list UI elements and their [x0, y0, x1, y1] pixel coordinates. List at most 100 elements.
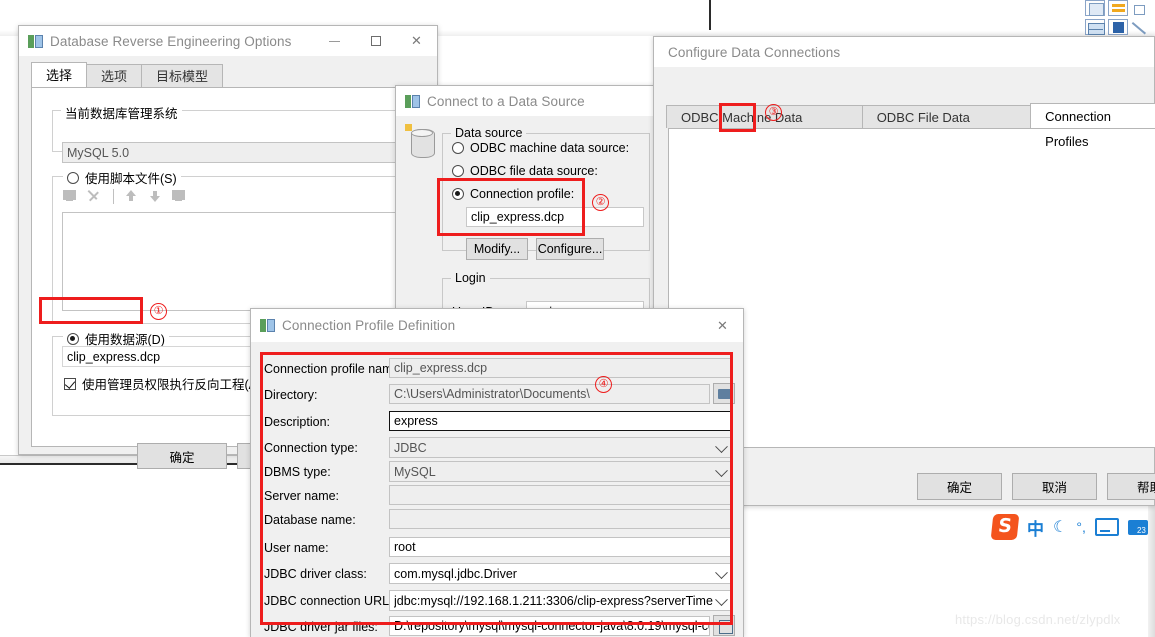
move-up-icon[interactable] — [122, 188, 141, 205]
tab-options[interactable]: 选项 — [86, 64, 143, 87]
chevron-down-icon[interactable] — [715, 463, 728, 477]
watermark: https://blog.csdn.net/zlypdlx — [955, 612, 1121, 627]
tab-select[interactable]: 选择 — [31, 62, 88, 87]
label-jdbc-connection-url: JDBC connection URL: — [264, 594, 393, 608]
radio-dot — [67, 171, 79, 184]
radio-connection-profile[interactable]: Connection profile: — [452, 187, 574, 201]
field-directory[interactable]: C:\Users\Administrator\Documents\ — [389, 384, 710, 404]
radio-odbc-file-label: ODBC file data source: — [470, 164, 598, 178]
radio-dot — [452, 188, 464, 200]
chevron-down-icon[interactable] — [715, 592, 728, 606]
radio-odbc-file[interactable]: ODBC file data source: — [452, 164, 598, 178]
help-button[interactable]: 帮助 — [1107, 473, 1155, 500]
radio-use-script-file[interactable]: 使用脚本文件(S) — [63, 168, 181, 187]
field-connection-type[interactable]: JDBC — [389, 437, 732, 458]
text-tool-icon[interactable] — [1108, 19, 1128, 35]
toolbox-icon[interactable]: 23 — [1127, 519, 1148, 535]
dialog-titlebar[interactable]: Connection Profile Definition ✕ — [251, 309, 743, 342]
tab-target-model[interactable]: 目标模型 — [141, 64, 224, 87]
window-controls[interactable]: ✕ — [702, 309, 743, 339]
label-jdbc-driver-class: JDBC driver class: — [264, 567, 367, 581]
group-data-source-label: Data source — [451, 126, 527, 140]
radio-odbc-machine-label: ODBC machine data source: — [470, 141, 630, 155]
shortcut-icon[interactable] — [1131, 0, 1151, 16]
tabstrip[interactable]: 选择 选项 目标模型 — [19, 62, 451, 87]
label-server-name: Server name: — [264, 489, 340, 503]
sogou-logo-icon[interactable]: S — [990, 514, 1020, 540]
document-icon[interactable] — [1085, 0, 1105, 16]
screen: Database Reverse Engineering Options ✕ 选… — [0, 0, 1155, 637]
line-tool-icon[interactable] — [1131, 19, 1151, 35]
toolbar-separator — [113, 189, 114, 204]
properties-icon[interactable] — [170, 188, 189, 205]
tab-odbc-machine-data-sources[interactable]: ODBC Machine Data Sources — [666, 105, 863, 148]
label-jdbc-driver-jar-files: JDBC driver jar files: — [264, 620, 378, 634]
dialog-title: Database Reverse Engineering Options — [50, 33, 292, 49]
moon-icon[interactable]: ☾ — [1053, 517, 1067, 537]
field-connection-profile-name[interactable]: clip_express.dcp — [389, 358, 732, 378]
dbms-field[interactable]: MySQL 5.0 — [62, 142, 400, 163]
browse-icon — [719, 620, 733, 634]
label-database-name: Database name: — [264, 513, 356, 527]
field-database-name[interactable] — [389, 509, 732, 529]
connection-profile-field[interactable]: clip_express.dcp — [466, 207, 644, 227]
field-jdbc-driver-class[interactable]: com.mysql.jdbc.Driver — [389, 563, 732, 584]
dialog-titlebar[interactable]: Configure Data Connections — [654, 37, 1154, 67]
chevron-down-icon[interactable] — [715, 439, 728, 453]
field-user-name[interactable]: root — [389, 537, 732, 557]
checkbox-admin-privileges-label: 使用管理员权限执行反向工程(A) — [82, 378, 262, 392]
annotation-number-1: ① — [150, 303, 167, 320]
dialog-connect-to-data-source[interactable]: Connect to a Data Source Data source ODB… — [395, 85, 657, 358]
label-connection-profile-name: Connection profile name: — [264, 362, 403, 376]
field-jdbc-driver-jar-files[interactable]: D:\repository\mysql\mysql-connector-java… — [389, 616, 710, 636]
checkbox-admin-privileges[interactable]: 使用管理员权限执行反向工程(A) — [64, 374, 261, 393]
dialog-titlebar[interactable]: Database Reverse Engineering Options ✕ — [19, 26, 437, 56]
dialog-titlebar[interactable]: Connect to a Data Source — [396, 86, 656, 116]
field-dbms-type[interactable]: MySQL — [389, 461, 732, 482]
canvas-guide-line — [709, 0, 711, 30]
close-icon[interactable]: ✕ — [396, 26, 437, 56]
configure-button[interactable]: Configure... — [536, 238, 604, 260]
dialog-title: Configure Data Connections — [668, 44, 841, 60]
punctuation-icon[interactable]: °, — [1076, 519, 1086, 535]
script-file-toolbar[interactable] — [62, 188, 189, 205]
tab-connection-profiles[interactable]: Connection Profiles — [1030, 103, 1155, 149]
minimize-button[interactable] — [314, 26, 355, 56]
chevron-down-icon[interactable] — [715, 565, 728, 579]
script-file-list[interactable] — [62, 212, 400, 311]
table-icon[interactable] — [1085, 19, 1105, 35]
move-down-icon[interactable] — [146, 188, 165, 205]
checkbox-box — [64, 377, 76, 390]
field-server-name[interactable] — [389, 485, 732, 505]
dialog-title: Connection Profile Definition — [282, 318, 456, 333]
add-file-icon[interactable] — [62, 188, 81, 205]
tab-odbc-file-data-sources[interactable]: ODBC File Data Sources — [861, 105, 1032, 148]
cancel-button[interactable]: 取消 — [1012, 473, 1097, 500]
label-connection-type: Connection type: — [264, 441, 358, 455]
maximize-button[interactable] — [355, 26, 396, 56]
field-connection-type-value: JDBC — [394, 440, 427, 455]
ok-button[interactable]: 确定 — [917, 473, 1002, 500]
annotation-number-2: ② — [592, 194, 609, 211]
annotation-number-4: ④ — [595, 376, 612, 393]
keyboard-icon[interactable] — [1094, 518, 1119, 536]
radio-odbc-machine[interactable]: ODBC machine data source: — [452, 141, 629, 155]
ok-button[interactable]: 确定 — [137, 443, 227, 469]
ime-mode-chinese[interactable]: 中 — [1027, 515, 1044, 540]
delete-file-icon[interactable] — [86, 188, 105, 205]
dialog-title: Connect to a Data Source — [427, 93, 585, 109]
label-description: Description: — [264, 415, 330, 429]
database-icon — [405, 124, 435, 158]
modify-button[interactable]: Modify... — [466, 238, 528, 260]
tabstrip[interactable]: ODBC Machine Data Sources ODBC File Data… — [654, 103, 1155, 149]
field-description[interactable]: express — [389, 411, 732, 431]
ime-toolbar[interactable]: S 中 ☾ °, 23 👕 — [990, 514, 1155, 540]
dialog-connection-profile-definition[interactable]: Connection Profile Definition ✕ Connecti… — [250, 308, 744, 637]
browse-jar-files-button[interactable] — [713, 615, 735, 636]
app-icon — [28, 34, 43, 48]
close-icon[interactable]: ✕ — [702, 309, 743, 342]
browse-directory-button[interactable] — [713, 383, 735, 404]
window-controls[interactable]: ✕ — [314, 26, 437, 56]
field-jdbc-connection-url[interactable]: jdbc:mysql://192.168.1.211:3306/clip-exp… — [389, 590, 732, 611]
list-icon[interactable] — [1108, 0, 1128, 16]
